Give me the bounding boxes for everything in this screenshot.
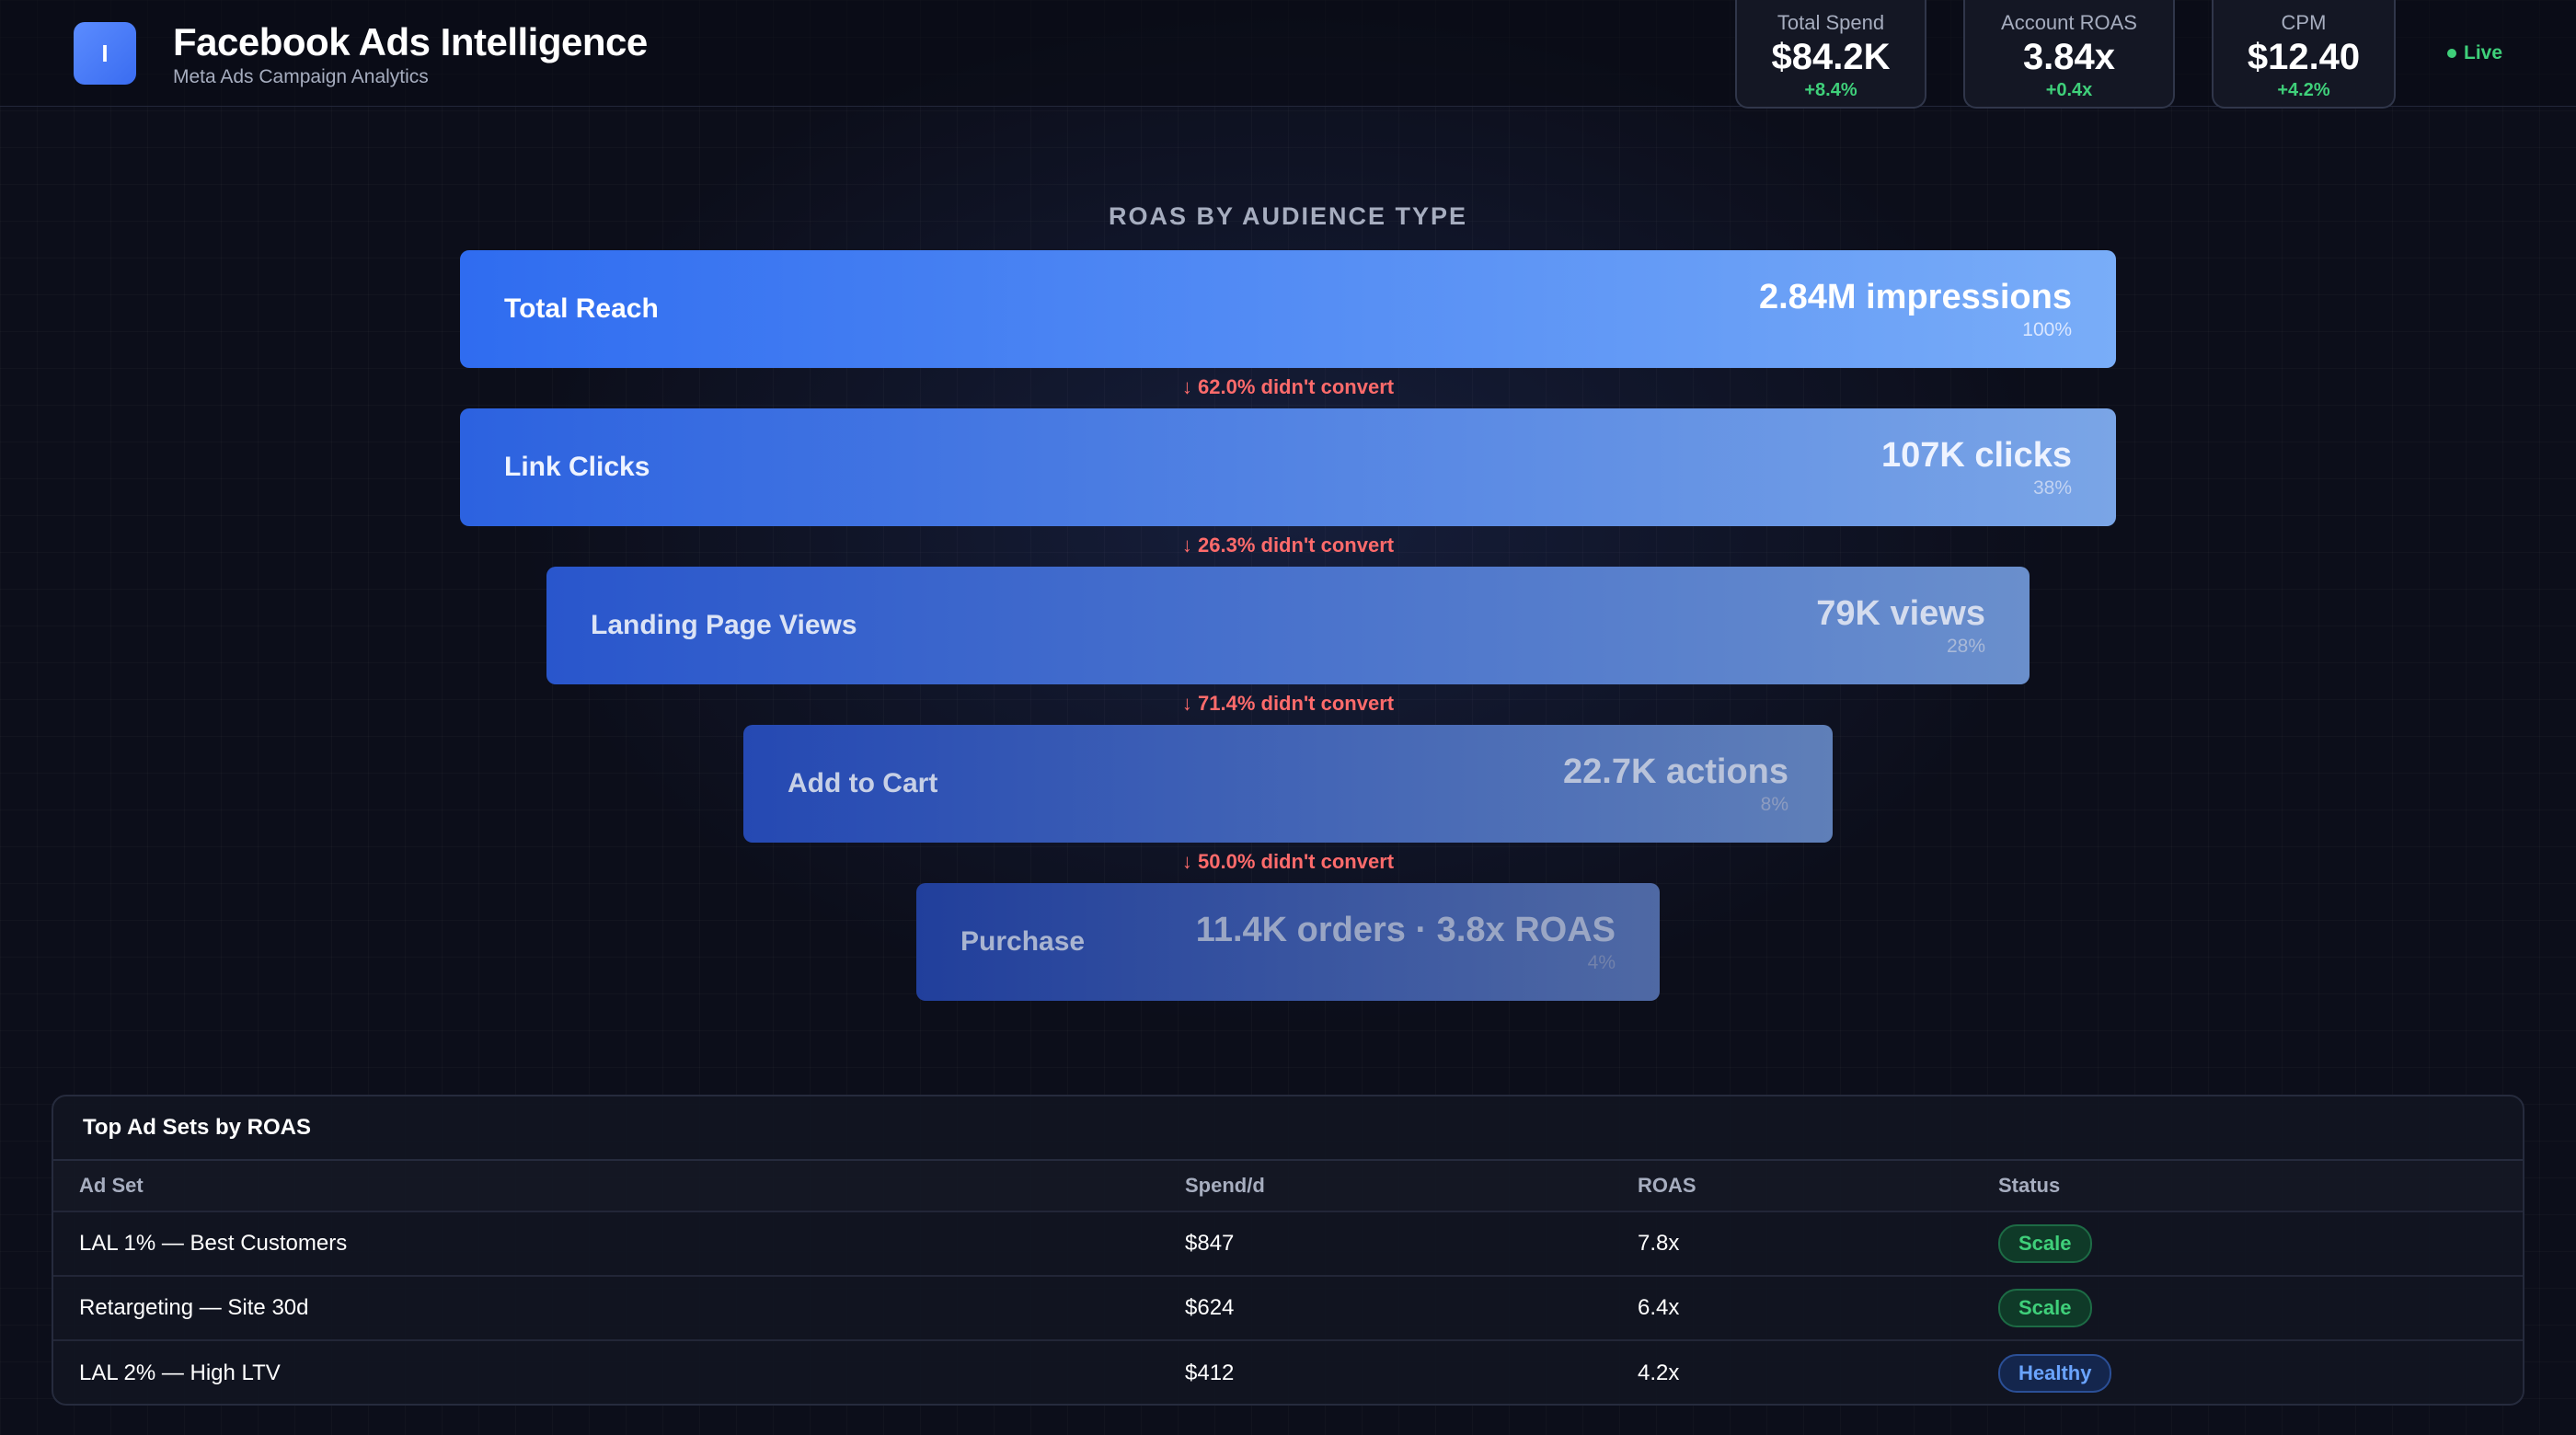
roas-value: 4.2x <box>1638 1360 1680 1385</box>
spend-per-day: $412 <box>1185 1360 1235 1385</box>
table-row[interactable]: LAL 2% — High LTV $412 4.2x Healthy <box>53 1341 2523 1404</box>
live-indicator: Live <box>2447 42 2502 64</box>
stage-metrics: 79K views 28% <box>1816 594 1985 658</box>
funnel-stage-link-clicks[interactable]: Link Clicks 107K clicks 38% <box>460 408 2116 526</box>
app-subtitle: Meta Ads Campaign Analytics <box>173 66 429 87</box>
live-dot-icon <box>2447 49 2456 58</box>
kpi-cpm[interactable]: CPM $12.40 +4.2% <box>2212 0 2396 109</box>
stage-value: 107K clicks <box>1880 435 2072 475</box>
status-cell: Healthy <box>1998 1341 2112 1404</box>
app-title: Facebook Ads Intelligence <box>173 20 648 63</box>
kpi-total-spend[interactable]: Total Spend $84.2K +8.4% <box>1735 0 1926 109</box>
dropoff-label: ↓ 71.4% didn't convert <box>1181 692 1395 715</box>
kpi-label: Total Spend <box>1777 11 1885 34</box>
table-title: Top Ad Sets by ROAS <box>53 1096 2523 1161</box>
column-header-spend[interactable]: Spend/d <box>1185 1161 1265 1211</box>
kpi-value: $12.40 <box>2247 37 2361 77</box>
stage-percent: 8% <box>1760 793 1788 815</box>
dropoff-label: ↓ 62.0% didn't convert <box>1181 375 1395 398</box>
funnel-stage-purchase[interactable]: Purchase 11.4K orders · 3.8x ROAS 4% <box>916 883 1660 1001</box>
funnel-stage-add-to-cart[interactable]: Add to Cart 22.7K actions 8% <box>743 725 1833 843</box>
ad-set-name: LAL 1% — Best Customers <box>79 1231 348 1256</box>
dropoff-label: ↓ 26.3% didn't convert <box>1181 534 1395 557</box>
top-ad-sets-table: Top Ad Sets by ROAS Ad Set Spend/d ROAS … <box>52 1095 2524 1406</box>
kpi-delta: +0.4x <box>2045 80 2093 100</box>
column-header-status[interactable]: Status <box>1998 1161 2060 1211</box>
column-header-roas[interactable]: ROAS <box>1638 1161 1696 1211</box>
top-header: I Facebook Ads Intelligence Meta Ads Cam… <box>0 0 2576 109</box>
stage-value: 79K views <box>1816 593 1985 633</box>
kpi-value: 3.84x <box>2022 37 2116 77</box>
stage-label: Landing Page Views <box>591 610 857 640</box>
roas-value: 6.4x <box>1638 1295 1680 1320</box>
funnel-stage-total-reach[interactable]: Total Reach 2.84M impressions 100% <box>460 250 2116 368</box>
funnel-title: ROAS BY AUDIENCE TYPE <box>1108 202 1468 230</box>
live-label: Live <box>2464 42 2503 63</box>
dropoff-label: ↓ 50.0% didn't convert <box>1181 850 1395 873</box>
stage-label: Purchase <box>960 926 1086 957</box>
app-logo: I <box>74 22 136 85</box>
stage-label: Link Clicks <box>504 452 650 482</box>
stage-percent: 100% <box>2022 318 2072 340</box>
stage-metrics: 2.84M impressions 100% <box>1759 278 2072 341</box>
stage-value: 22.7K actions <box>1563 752 1788 791</box>
table-row[interactable]: Retargeting — Site 30d $624 6.4x Scale <box>53 1277 2523 1341</box>
kpi-delta: +8.4% <box>1804 80 1857 100</box>
stage-value: 11.4K orders · 3.8x ROAS <box>1195 910 1616 949</box>
stage-value: 2.84M impressions <box>1758 277 2072 316</box>
ad-set-name: Retargeting — Site 30d <box>79 1295 309 1320</box>
kpi-account-roas[interactable]: Account ROAS 3.84x +0.4x <box>1963 0 2175 109</box>
status-cell: Scale <box>1998 1277 2092 1339</box>
kpi-delta: +4.2% <box>2277 80 2330 100</box>
stage-metrics: 107K clicks 38% <box>1881 436 2072 499</box>
kpi-value: $84.2K <box>1771 37 1891 77</box>
roas-value: 7.8x <box>1638 1231 1680 1256</box>
stage-metrics: 22.7K actions 8% <box>1563 752 1788 816</box>
table-header-row: Ad Set Spend/d ROAS Status <box>53 1161 2523 1212</box>
kpi-label: CPM <box>2281 11 2327 34</box>
column-header-ad-set[interactable]: Ad Set <box>79 1161 144 1211</box>
stage-label: Total Reach <box>504 293 659 324</box>
stage-percent: 38% <box>2032 476 2072 499</box>
status-badge: Healthy <box>1998 1354 2112 1393</box>
status-cell: Scale <box>1998 1212 2092 1275</box>
status-badge: Scale <box>1998 1289 2092 1327</box>
table-row[interactable]: LAL 1% — Best Customers $847 7.8x Scale <box>53 1212 2523 1277</box>
spend-per-day: $624 <box>1185 1295 1235 1320</box>
stage-label: Add to Cart <box>788 768 938 798</box>
ad-set-name: LAL 2% — High LTV <box>79 1360 281 1385</box>
stage-metrics: 11.4K orders · 3.8x ROAS 4% <box>1196 911 1616 974</box>
stage-percent: 28% <box>1946 635 1985 657</box>
spend-per-day: $847 <box>1185 1231 1235 1256</box>
stage-percent: 4% <box>1587 951 1616 973</box>
status-badge: Scale <box>1998 1224 2092 1263</box>
kpi-label: Account ROAS <box>2001 11 2137 34</box>
funnel-stage-landing-page-views[interactable]: Landing Page Views 79K views 28% <box>546 567 2030 684</box>
